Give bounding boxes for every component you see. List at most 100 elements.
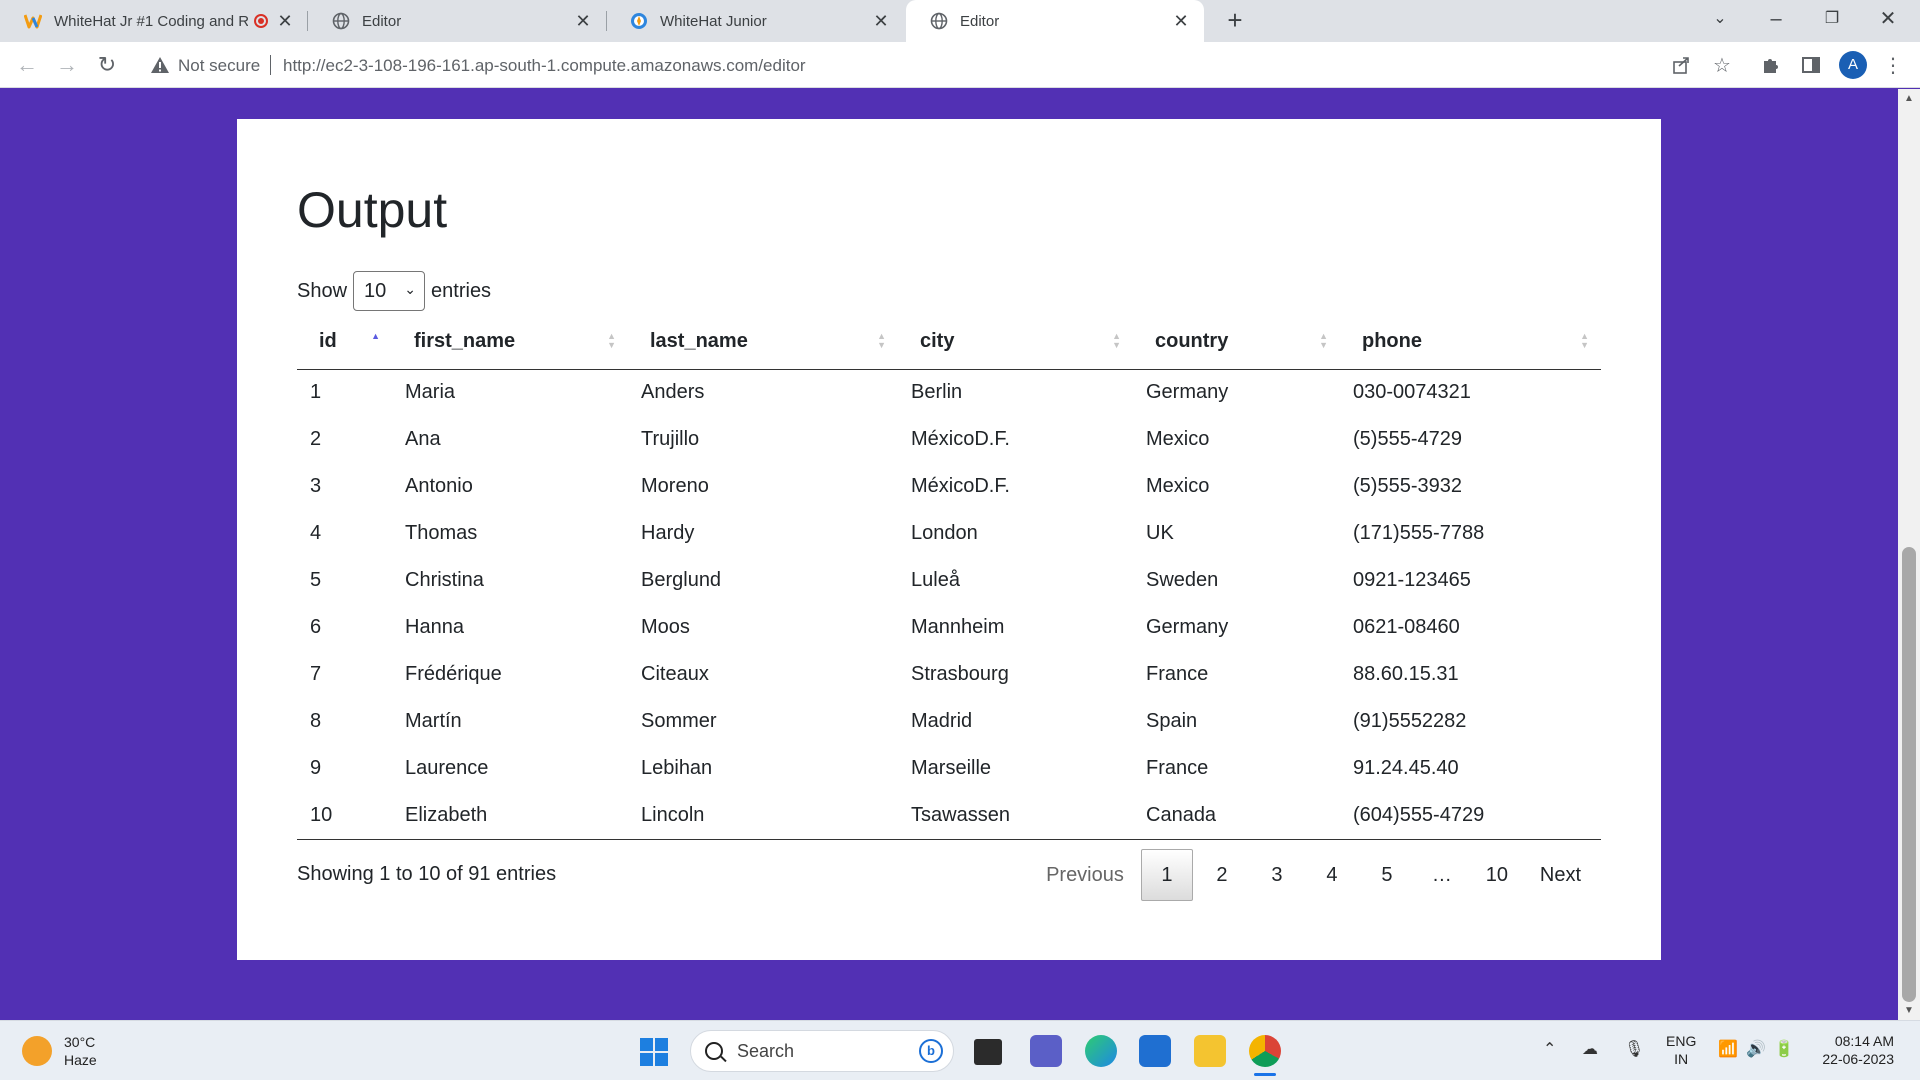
cell-city: Luleå: [911, 569, 960, 591]
column-header-country[interactable]: country ▲ ▼: [1133, 315, 1340, 370]
share-icon[interactable]: [1668, 52, 1694, 78]
volume-icon[interactable]: 🔊: [1746, 1039, 1766, 1059]
close-tab-icon[interactable]: ✕: [1172, 11, 1190, 32]
close-window-button[interactable]: ✕: [1860, 0, 1916, 42]
page-button-2[interactable]: 2: [1196, 849, 1248, 901]
tab-whitehat-coding[interactable]: WhiteHat Jr #1 Coding and R ✕: [0, 0, 308, 42]
page-scrollbar[interactable]: ▲ ▼: [1898, 89, 1920, 1020]
side-panel-icon[interactable]: [1798, 52, 1824, 78]
teams-icon[interactable]: [1030, 1035, 1062, 1067]
file-explorer-icon[interactable]: [1194, 1035, 1226, 1067]
system-clock[interactable]: 08:14 AM 22-06-2023: [1814, 1032, 1894, 1068]
chevron-down-icon: ⌄: [404, 281, 417, 297]
close-tab-icon[interactable]: ✕: [276, 11, 294, 32]
close-tab-icon[interactable]: ✕: [872, 11, 890, 32]
table-row: 9 Laurence Lebihan Marseille France 91.24.45.…: [297, 745, 1601, 792]
page-title: Output: [297, 182, 448, 238]
cell-id: 7: [310, 663, 322, 685]
tab-search-chevron-icon[interactable]: ⌄: [1692, 0, 1748, 42]
security-status[interactable]: Not secure: [178, 56, 260, 76]
entries-per-page-select[interactable]: 10 ⌄: [353, 271, 426, 311]
windows-logo-tile: [655, 1053, 668, 1066]
previous-page-button[interactable]: Previous: [1032, 849, 1138, 901]
language-indicator[interactable]: ENG IN: [1666, 1032, 1696, 1068]
column-header-phone[interactable]: phone ▲ ▼: [1340, 315, 1601, 370]
new-tab-button[interactable]: +: [1220, 6, 1250, 36]
extensions-puzzle-icon[interactable]: [1758, 52, 1784, 78]
search-icon: [705, 1042, 723, 1060]
column-header-last-name[interactable]: last_name ▲ ▼: [628, 315, 898, 370]
table-body: 1 Maria Anders Berlin Germany 030-0074321 2 An…: [297, 369, 1601, 840]
scroll-up-arrow-icon[interactable]: ▲: [1903, 93, 1915, 104]
column-label: country: [1155, 330, 1229, 353]
url-text[interactable]: http://ec2-3-108-196-161.ap-south-1.comp…: [283, 56, 806, 76]
cell-phone: 88.60.15.31: [1353, 663, 1459, 685]
bookmark-star-icon[interactable]: ☆: [1709, 52, 1735, 78]
column-header-first-name[interactable]: first_name ▲ ▼: [392, 315, 628, 370]
whitehat-logo-icon: [24, 12, 42, 30]
page-button-1[interactable]: 1: [1140, 849, 1193, 901]
tab-whitehat-junior[interactable]: WhiteHat Junior ✕: [606, 0, 904, 42]
data-table: id ▲ first_name ▲ ▼ last_name ▲ ▼ city ▲ ▼ coun…: [297, 315, 1601, 840]
weather-widget[interactable]: 30°C Haze: [22, 1033, 97, 1069]
forward-button[interactable]: →: [52, 50, 82, 80]
scrollbar-thumb[interactable]: [1902, 547, 1916, 1002]
cell-country: Mexico: [1146, 428, 1210, 450]
close-tab-icon[interactable]: ✕: [574, 11, 592, 32]
cell-first-name: Elizabeth: [392, 792, 628, 840]
column-header-city[interactable]: city ▲ ▼: [898, 315, 1133, 370]
cell-last-name: Hardy: [641, 522, 695, 544]
length-suffix: entries: [431, 279, 492, 302]
start-button[interactable]: [640, 1038, 668, 1066]
sort-ascending-icon: ▲: [371, 331, 380, 341]
tab-editor[interactable]: Editor ✕: [308, 0, 606, 42]
temperature: 30°C: [64, 1034, 96, 1050]
microphone-icon[interactable]: 🎙: [1624, 1039, 1644, 1059]
tab-title: Editor: [362, 12, 402, 30]
cell-city: MéxicoD.F.: [911, 475, 1010, 497]
task-view-icon[interactable]: [974, 1039, 1002, 1065]
bing-icon[interactable]: b: [919, 1039, 943, 1063]
cell-phone: (5)555-3932: [1353, 475, 1462, 497]
table-row: 3 Antonio Moreno MéxicoD.F. Mexico (5)555-393…: [297, 463, 1601, 510]
browser-toolbar: ← → ↻ Not secure http://ec2-3-108-196-16…: [0, 42, 1920, 88]
column-label: first_name: [414, 330, 516, 353]
table-row: 1 Maria Anders Berlin Germany 030-0074321: [297, 369, 1601, 416]
cell-first-name: Hanna: [405, 616, 464, 638]
cell-last-name: Sommer: [641, 710, 717, 732]
entries-per-page-value: 10: [364, 279, 387, 302]
cell-phone: 91.24.45.40: [1353, 757, 1459, 779]
onedrive-cloud-icon[interactable]: ☁: [1582, 1039, 1598, 1059]
wifi-icon[interactable]: 📶: [1718, 1039, 1738, 1059]
page-button-10[interactable]: 10: [1471, 849, 1523, 901]
table-row: 8 Martín Sommer Madrid Spain (91)5552282: [297, 698, 1601, 745]
store-icon[interactable]: [1139, 1035, 1171, 1067]
menu-kebab-icon[interactable]: ⋮: [1880, 52, 1906, 78]
restore-button[interactable]: ❐: [1804, 0, 1860, 42]
cell-country: Spain: [1146, 710, 1198, 732]
back-button[interactable]: ←: [12, 50, 42, 80]
scroll-down-arrow-icon[interactable]: ▼: [1903, 1005, 1915, 1016]
tab-editor-active[interactable]: Editor ✕: [906, 0, 1204, 42]
hazy-sun-icon: [22, 1036, 52, 1066]
edge-icon[interactable]: [1085, 1035, 1117, 1067]
chrome-icon[interactable]: [1249, 1035, 1281, 1067]
cell-last-name: Lebihan: [641, 757, 713, 779]
next-page-button[interactable]: Next: [1526, 849, 1595, 901]
page-button-3[interactable]: 3: [1251, 849, 1303, 901]
battery-icon[interactable]: 🔋: [1774, 1039, 1794, 1059]
table-row: 5 Christina Berglund Luleå Sweden 0921-123465: [297, 557, 1601, 604]
address-bar[interactable]: Not secure http://ec2-3-108-196-161.ap-s…: [140, 47, 1680, 83]
reload-button[interactable]: ↻: [92, 50, 122, 80]
profile-avatar[interactable]: A: [1839, 51, 1867, 79]
show-hidden-icons-chevron-icon[interactable]: ⌃: [1543, 1039, 1556, 1059]
page-button-4[interactable]: 4: [1306, 849, 1358, 901]
table-row: 10 Elizabeth Lincoln Tsawassen Canada (604)55…: [297, 792, 1601, 840]
taskbar-search[interactable]: Search b: [690, 1030, 954, 1072]
cell-city: Berlin: [911, 381, 963, 404]
minimize-button[interactable]: –: [1748, 0, 1804, 42]
column-header-id[interactable]: id ▲: [297, 315, 392, 370]
page-button-5[interactable]: 5: [1361, 849, 1413, 901]
column-label: id: [319, 330, 337, 353]
tab-title: WhiteHat Junior: [660, 12, 767, 30]
